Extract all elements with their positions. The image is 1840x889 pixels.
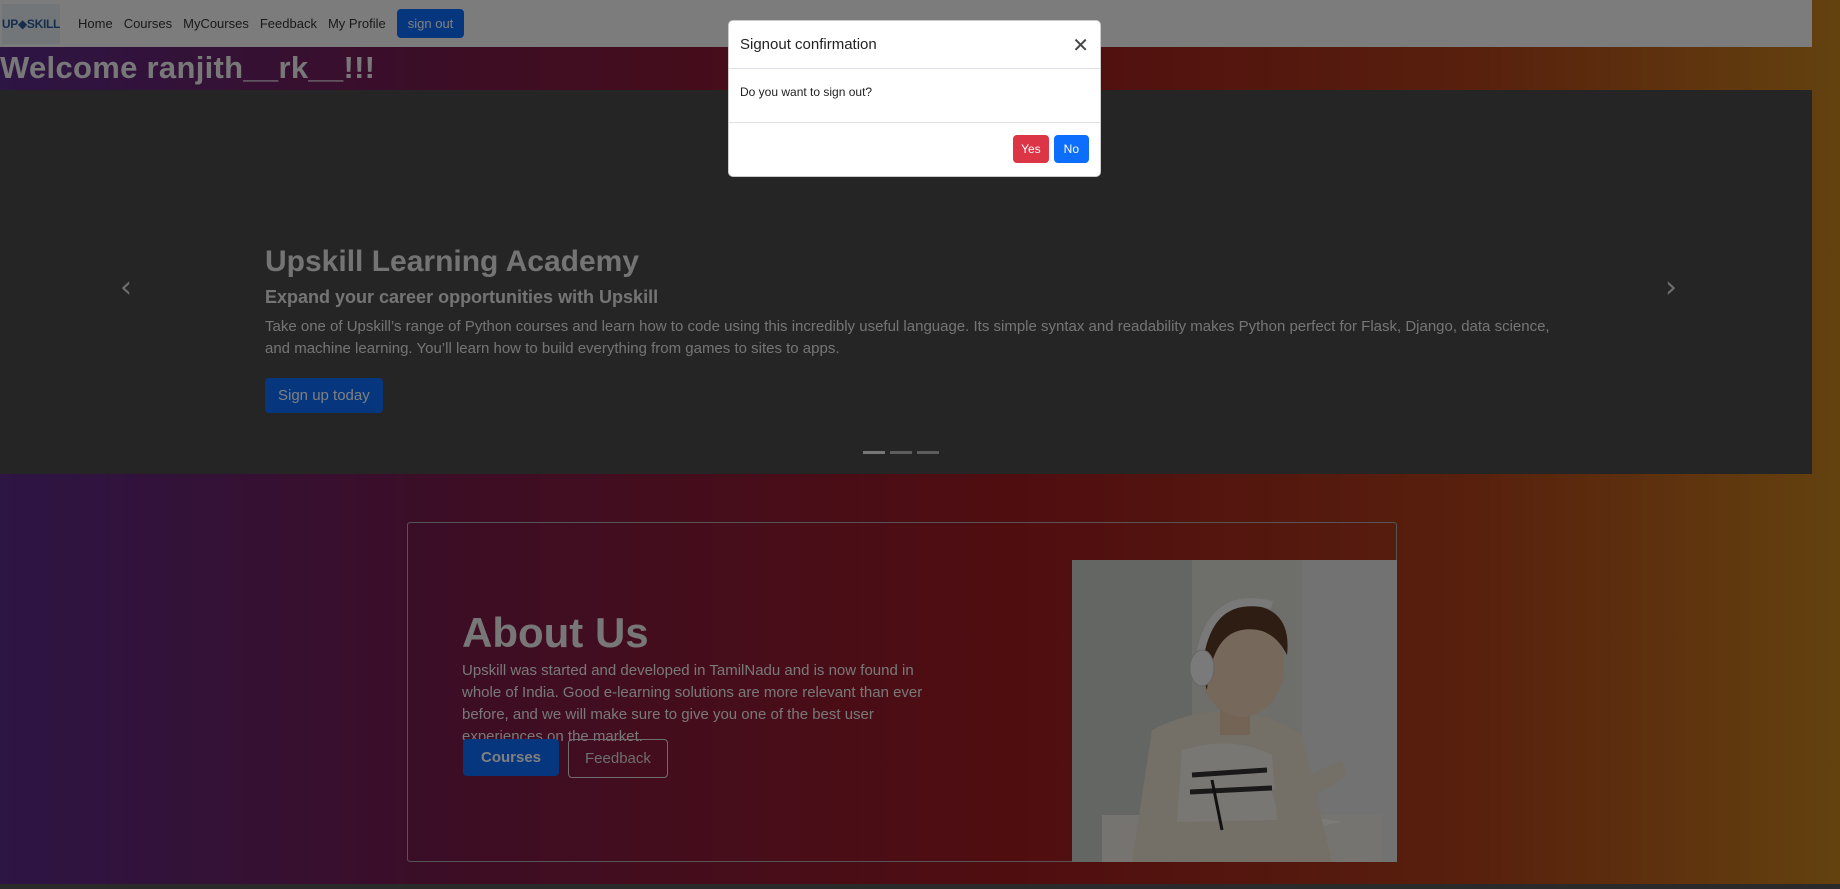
yes-button[interactable]: Yes — [1013, 135, 1049, 163]
modal-body: Do you want to sign out? — [729, 69, 1100, 123]
bottom-strip — [0, 884, 1840, 889]
modal-header: Signout confirmation ✕ — [729, 21, 1100, 69]
no-button[interactable]: No — [1053, 135, 1089, 163]
modal-title: Signout confirmation — [740, 36, 877, 53]
signout-modal: Signout confirmation ✕ Do you want to si… — [728, 20, 1101, 177]
close-icon[interactable]: ✕ — [1072, 35, 1089, 55]
modal-footer: Yes No — [729, 123, 1100, 175]
